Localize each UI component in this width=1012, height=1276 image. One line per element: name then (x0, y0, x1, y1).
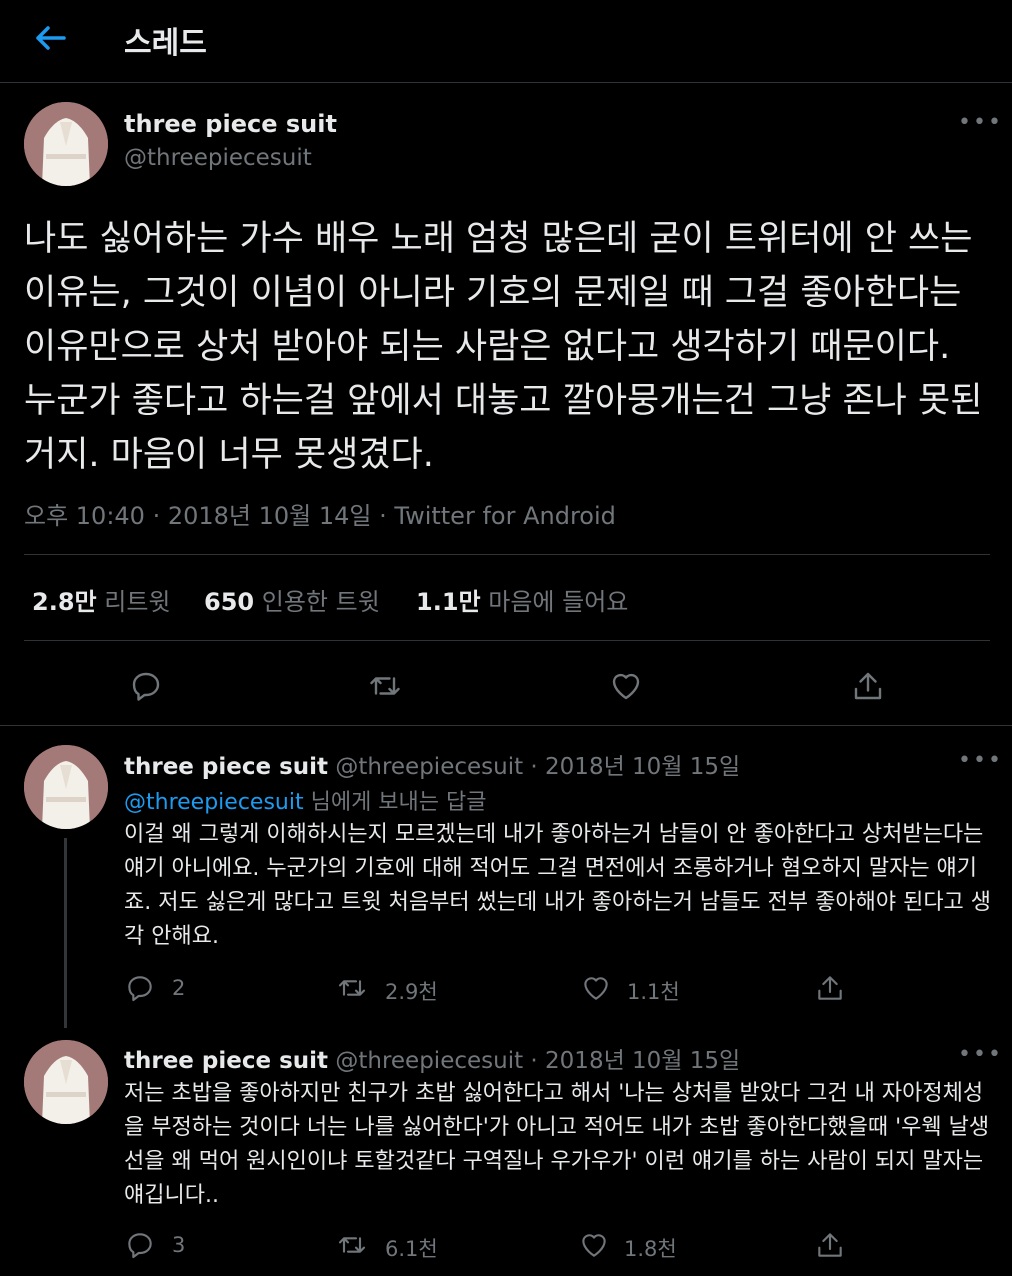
thread-line (64, 838, 67, 1028)
more-icon[interactable]: ••• (958, 1042, 1003, 1067)
like-count: 1.1천 (627, 980, 680, 1004)
like-icon[interactable] (608, 668, 644, 704)
avatar[interactable] (24, 1040, 108, 1124)
reply-text: 이걸 왜 그렇게 이해하시는지 모르겠는데 내가 좋아하는거 남들이 안 좋아한… (124, 822, 992, 949)
quote-stat[interactable]: 650 인용한 트윗 (204, 582, 380, 617)
page-title: 스레드 (124, 26, 207, 61)
like-stat[interactable]: 1.1만 마음에 들어요 (416, 582, 628, 617)
avatar[interactable] (24, 745, 108, 829)
share-icon[interactable] (814, 972, 846, 1004)
back-arrow-icon[interactable] (30, 20, 70, 56)
replying-to-label: 님에게 보내는 답글 (310, 790, 487, 815)
divider (24, 554, 990, 555)
like-count: 1.1만 (416, 588, 481, 616)
handle-date: @threepiecesuit · 2018년 10월 15일 (335, 1048, 741, 1074)
author-name[interactable]: three piece suit (124, 754, 328, 780)
share-icon[interactable] (814, 1229, 846, 1261)
more-icon[interactable]: ••• (958, 748, 1003, 773)
more-icon[interactable]: ••• (958, 110, 1003, 135)
reply-icon[interactable] (124, 1229, 156, 1261)
divider (24, 640, 990, 641)
retweet-count: 2.8만 (32, 588, 97, 616)
retweet-count: 2.9천 (385, 980, 438, 1004)
like-count: 1.8천 (624, 1237, 677, 1261)
reply-text: 저는 초밥을 좋아하지만 친구가 초밥 싫어한다고 해서 '나는 상처를 받았다… (124, 1081, 990, 1208)
quote-label: 인용한 트윗 (261, 588, 380, 616)
handle-date: @threepiecesuit · 2018년 10월 15일 (335, 754, 741, 780)
reply-icon[interactable] (128, 668, 164, 704)
author-name[interactable]: three piece suit (124, 110, 337, 138)
reply-header: three piece suit @threepiecesuit · 2018년… (124, 1041, 740, 1075)
replying-to: @threepiecesuit 님에게 보내는 답글 (124, 784, 487, 816)
reply-count: 3 (172, 1233, 186, 1257)
retweet-stat[interactable]: 2.8만 리트윗 (32, 582, 171, 617)
like-icon[interactable] (580, 972, 612, 1004)
retweet-icon[interactable] (367, 668, 403, 704)
tweet-text: 나도 싫어하는 가수 배우 노래 엄청 많은데 굳이 트위터에 안 쓰는 이유는… (24, 219, 983, 475)
reply-header: three piece suit @threepiecesuit · 2018년… (124, 747, 740, 781)
avatar[interactable] (24, 102, 108, 186)
author-name[interactable]: three piece suit (124, 1048, 328, 1074)
retweet-count: 6.1천 (385, 1237, 438, 1261)
divider (0, 82, 1012, 83)
like-label: 마음에 들어요 (488, 588, 629, 616)
share-icon[interactable] (850, 668, 886, 704)
mention-link[interactable]: @threepiecesuit (124, 790, 304, 815)
retweet-icon[interactable] (336, 972, 368, 1004)
divider (0, 725, 1012, 726)
tweet-meta: 오후 10:40 · 2018년 10월 14일 · Twitter for A… (24, 502, 616, 530)
reply-icon[interactable] (124, 972, 156, 1004)
retweet-icon[interactable] (336, 1229, 368, 1261)
quote-count: 650 (204, 588, 255, 616)
reply-count: 2 (172, 976, 186, 1000)
author-handle[interactable]: @threepiecesuit (124, 145, 312, 171)
like-icon[interactable] (578, 1229, 610, 1261)
retweet-label: 리트윗 (104, 588, 171, 616)
